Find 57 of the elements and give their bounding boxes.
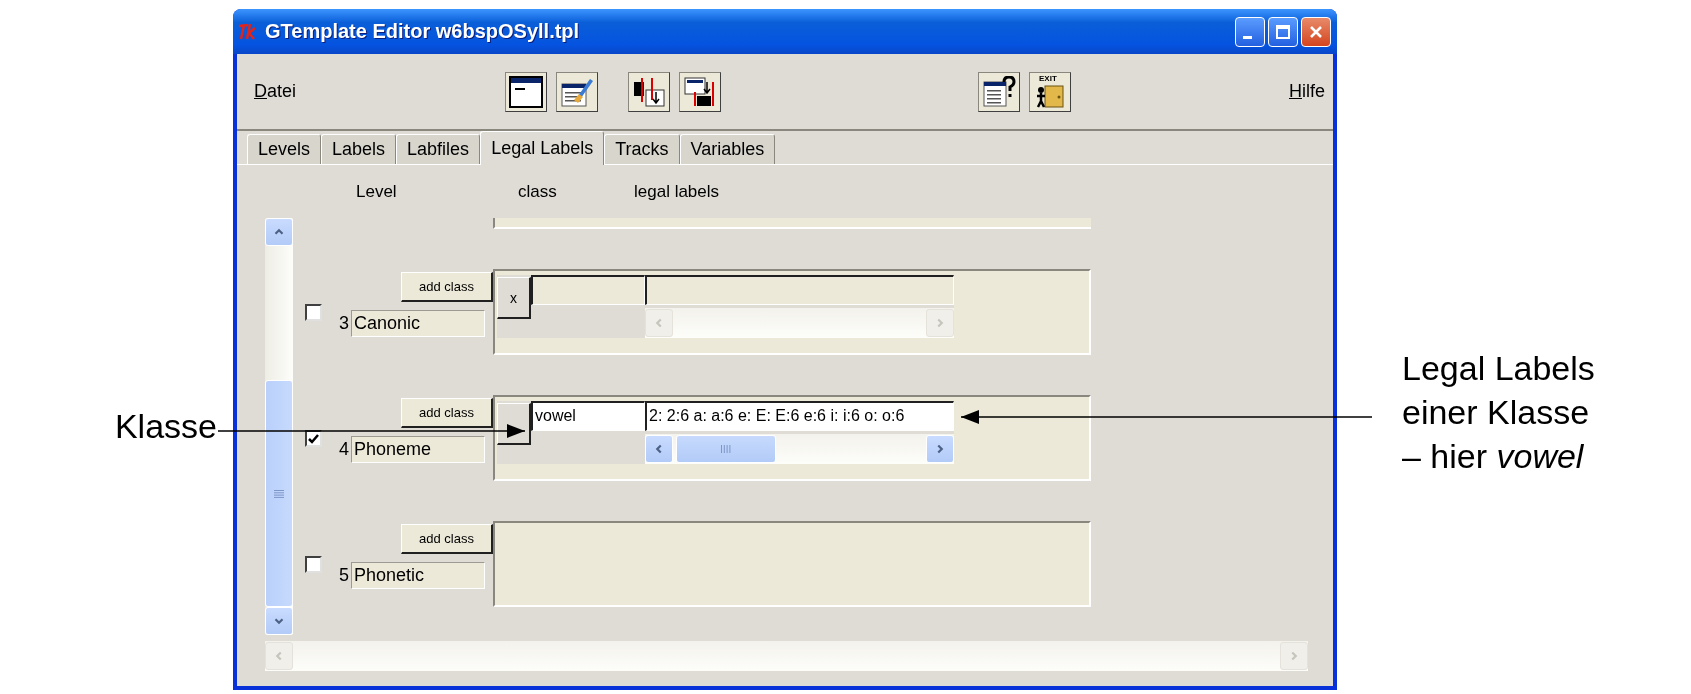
tab[interactable]: Tracks	[604, 134, 680, 164]
labels-field[interactable]: 2: 2:6 a: a:6 e: E: E:6 e:6 i: i:6 o: o:6	[645, 401, 954, 431]
toolbar-button[interactable]	[679, 71, 722, 112]
toolbar-button[interactable]	[505, 71, 548, 112]
menu-item[interactable]: Hilfe	[1289, 81, 1325, 102]
grip-icon	[720, 444, 732, 454]
arrows-icon	[632, 75, 667, 108]
toolbar-button[interactable]	[556, 71, 599, 112]
window-title: GTemplate Editor w6bspOSyll.tpl	[265, 20, 581, 43]
help-document-icon	[982, 75, 1017, 108]
horizontal-scrollbar[interactable]	[645, 434, 954, 464]
icon-label: EXIT	[1039, 73, 1057, 83]
tab[interactable]: Variables	[679, 134, 776, 164]
class-field[interactable]	[531, 275, 645, 305]
grip-icon	[273, 488, 285, 499]
toolbar-button[interactable]	[978, 71, 1021, 112]
column-header: legal labels	[634, 181, 721, 202]
add-class-button[interactable]: add class	[401, 524, 493, 554]
level-number: 4	[339, 438, 349, 461]
level-number: 3	[339, 312, 349, 335]
window-icon	[509, 75, 544, 108]
checkbox[interactable]	[305, 556, 322, 573]
menu-item[interactable]: Datei	[254, 81, 297, 102]
maximize-icon	[1276, 24, 1290, 39]
minimize-button[interactable]	[1235, 16, 1265, 47]
tab[interactable]: Labfiles	[396, 134, 481, 164]
toolbar-button[interactable]	[628, 71, 671, 112]
annotation-text: einer Klasse	[1402, 392, 1590, 433]
toolbar-button[interactable]: EXIT	[1029, 71, 1072, 112]
tab[interactable]: Labels	[321, 134, 397, 164]
scrollbar-thumb[interactable]	[676, 435, 776, 463]
annotation-text: Legal Labels	[1402, 348, 1595, 389]
annotation-text: – hier vowel	[1402, 436, 1584, 477]
close-icon	[1309, 24, 1323, 39]
vertical-scrollbar[interactable]	[265, 218, 293, 635]
checkbox[interactable]	[305, 304, 322, 321]
add-class-button[interactable]: add class	[401, 398, 493, 428]
labels-field[interactable]	[645, 275, 954, 305]
add-class-button[interactable]: add class	[401, 272, 493, 302]
minimize-icon	[1242, 36, 1252, 39]
level-name-field[interactable]: Phoneme	[351, 436, 485, 463]
delete-class-button[interactable]: x	[497, 277, 531, 319]
scroll-up-button[interactable]	[265, 218, 293, 246]
tab[interactable]: Legal Labels	[480, 131, 605, 165]
scrollbar-thumb[interactable]	[265, 380, 293, 607]
level-number: 5	[339, 564, 349, 587]
class-field[interactable]: vowel	[531, 401, 645, 431]
scroll-down-button[interactable]	[265, 607, 293, 635]
check-icon	[308, 433, 319, 444]
column-header: Level	[356, 181, 398, 202]
tab[interactable]: Levels	[247, 134, 322, 164]
column-header: class	[518, 181, 558, 202]
maximize-button[interactable]	[1268, 16, 1298, 47]
level-name-field[interactable]: Phonetic	[351, 562, 485, 589]
close-button[interactable]	[1301, 16, 1331, 47]
annotation-text: Klasse	[114, 406, 217, 447]
level-name-field[interactable]: Canonic	[351, 310, 485, 337]
